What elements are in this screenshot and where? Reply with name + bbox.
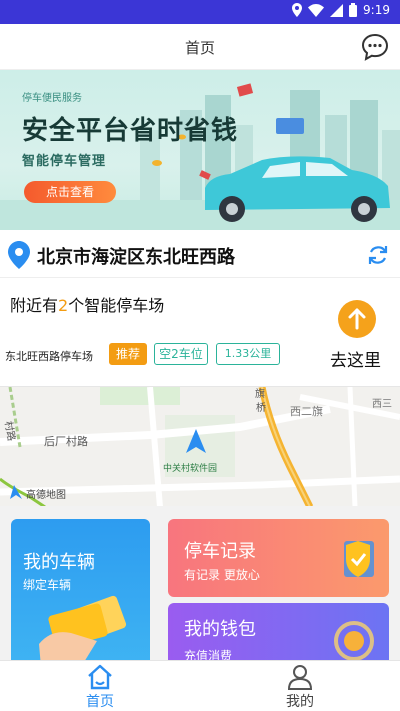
records-card-subtitle: 有记录 更放心 — [184, 568, 260, 582]
recommend-badge: 推荐 — [109, 343, 147, 365]
my-vehicle-card[interactable]: 我的车辆 绑定车辆 — [11, 519, 150, 669]
records-card-title: 停车记录 — [184, 541, 256, 562]
vehicle-card-illustration — [39, 595, 127, 667]
status-bar: 9:19 — [0, 0, 400, 24]
wallet-card-title: 我的钱包 — [184, 619, 256, 640]
tab-home[interactable]: 首页 — [0, 661, 200, 711]
banner-subtitle: 智能停车管理 — [22, 154, 107, 169]
current-address: 北京市海淀区东北旺西路 — [37, 247, 235, 268]
banner-small-text: 停车便民服务 — [22, 93, 82, 104]
shield-document-icon — [344, 541, 374, 577]
arrow-up-icon — [348, 308, 366, 330]
promo-banner[interactable]: 停车便民服务 安全平台省时省钱 智能停车管理 点击查看 — [0, 70, 400, 230]
map-road-label: 后厂村路 — [44, 434, 88, 448]
tab-me[interactable]: 我的 — [200, 661, 400, 711]
vehicle-card-title: 我的车辆 — [23, 552, 95, 573]
nearby-parking-section: 附近有2个智能停车场 东北旺西路停车场 推荐 空2车位 1.33公里 去这里 — [0, 279, 400, 385]
map-place-label-2: 西二旗 — [290, 404, 323, 418]
location-pin-icon — [8, 241, 30, 269]
distance-badge: 1.33公里 — [216, 343, 280, 365]
wifi-icon — [308, 3, 325, 17]
parking-records-card[interactable]: 停车记录 有记录 更放心 — [168, 519, 389, 597]
banner-cta-button[interactable]: 点击查看 — [24, 181, 116, 203]
free-spaces-badge: 空2车位 — [154, 343, 208, 365]
app-header: 首页 — [0, 24, 400, 70]
nearby-count: 2 — [58, 296, 69, 315]
tab-me-label: 我的 — [286, 694, 314, 710]
bottom-tab-bar: 首页 我的 — [0, 660, 400, 711]
go-here-label[interactable]: 去这里 — [330, 346, 381, 371]
nearby-count-line: 附近有2个智能停车场 — [10, 292, 164, 316]
user-icon — [287, 665, 313, 690]
map-view[interactable]: 后厂村路 中关村软件园 西二旗 西三 旗 桥 村路 高德地图 — [0, 386, 400, 506]
feature-cards: 我的车辆 绑定车辆 停车记录 有记录 更放心 我的钱包 充值消费 — [0, 506, 400, 673]
nearby-prefix: 附近有 — [10, 296, 59, 315]
banner-headline: 安全平台省时省钱 — [22, 116, 239, 146]
parking-lot-name: 东北旺西路停车场 — [5, 350, 93, 363]
location-row: 北京市海淀区东北旺西路 — [0, 232, 400, 278]
map-place-label-3: 西三 — [372, 399, 392, 410]
chat-bubble-icon[interactable] — [360, 32, 390, 62]
tab-home-label: 首页 — [86, 694, 114, 710]
location-status-icon — [292, 3, 303, 17]
map-logo-text: 高德地图 — [26, 488, 66, 501]
home-icon — [88, 664, 112, 690]
status-time: 9:19 — [363, 3, 390, 17]
map-place-label-5: 桥 — [256, 402, 266, 414]
page-title: 首页 — [184, 39, 215, 57]
map-canvas: 后厂村路 中关村软件园 西二旗 西三 旗 桥 村路 高德地图 — [0, 387, 400, 506]
map-place-label-4: 旗 — [255, 387, 265, 400]
battery-icon — [349, 3, 358, 17]
map-place-label: 中关村软件园 — [163, 462, 217, 474]
go-here-button[interactable] — [338, 300, 376, 338]
refresh-icon[interactable] — [366, 243, 390, 267]
nearby-suffix: 个智能停车场 — [68, 296, 165, 315]
signal-icon — [330, 3, 344, 17]
